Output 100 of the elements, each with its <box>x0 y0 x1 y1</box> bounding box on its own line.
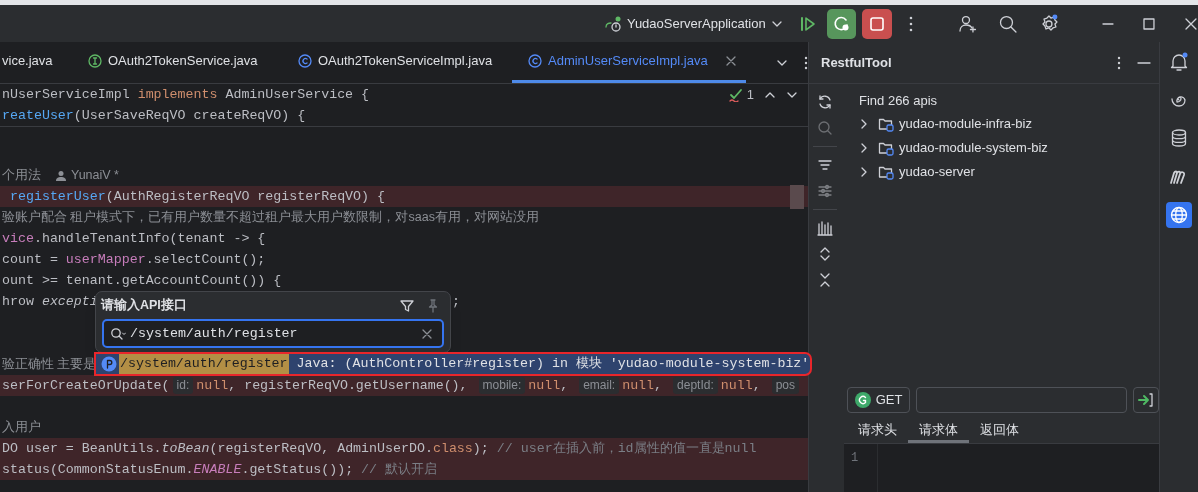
code-text: ENABLE <box>193 460 242 479</box>
restful-tool-button[interactable] <box>1166 202 1192 228</box>
tree-item[interactable]: yudao-server <box>859 160 975 184</box>
code-text: null <box>528 376 561 395</box>
code-text: registerUser <box>8 187 106 206</box>
code-text: excepti <box>41 292 98 311</box>
code-text: .getStatus()); <box>241 460 355 479</box>
code-text: , <box>654 376 664 395</box>
code-text: (registerReqVO, AdminUserDO. <box>209 439 433 458</box>
code-text: toBean <box>161 439 210 458</box>
maximize-icon[interactable] <box>1142 16 1157 31</box>
close-icon[interactable] <box>1184 16 1198 31</box>
tree-item[interactable]: yudao-module-system-biz <box>859 136 1048 160</box>
code-text: (AuthRegisterReqVO registerReqVO) { <box>105 187 385 206</box>
code-text: AdminUserService { <box>224 85 370 104</box>
code-comment: // 默认开启 <box>361 460 438 479</box>
editor-tab[interactable]: AdminUserServiceImpl.java <box>512 42 746 83</box>
run-config-icon <box>603 14 622 33</box>
class-icon <box>528 54 542 68</box>
code-text: status(CommonStatusEnum. <box>2 460 194 479</box>
code-text: hrow <box>2 292 35 311</box>
search-field[interactable]: /system/auth/register <box>102 319 444 348</box>
code-comment: 验正确性 主要是 <box>2 356 97 374</box>
module-folder-icon <box>878 164 894 180</box>
more-icon[interactable] <box>908 15 915 32</box>
tree-item[interactable]: yudao-module-infra-biz <box>859 112 1032 136</box>
notifications-icon[interactable] <box>1169 52 1189 72</box>
url-field[interactable] <box>916 387 1127 413</box>
code-text: .selectCount(); <box>145 250 266 269</box>
inlay-hint: email: <box>579 377 620 394</box>
code-text: reateUser <box>2 106 74 125</box>
pin-icon[interactable] <box>426 298 440 313</box>
add-user-icon[interactable] <box>958 13 979 34</box>
code-text: userMapper <box>65 250 146 269</box>
code-text: null <box>720 376 753 395</box>
api-count: Find 266 apis <box>859 92 939 110</box>
more-icon[interactable] <box>804 55 808 70</box>
code-text: (UserSaveReqVO createReqVO) { <box>73 106 306 125</box>
resume-icon[interactable] <box>798 14 817 33</box>
code-text: ; <box>452 292 460 311</box>
collapse-icon[interactable] <box>818 272 832 288</box>
code-text: implements <box>137 85 218 104</box>
debug-button[interactable] <box>826 8 857 39</box>
api-icon <box>101 356 117 372</box>
filter-icon[interactable] <box>817 157 833 173</box>
search-icon[interactable] <box>998 13 1019 34</box>
search-match: /system/auth/register <box>119 354 289 374</box>
code-comment: 验账户配合 租户模式下，已有用户数量不超过租户最大用户数限制，对saas有用，对网站没用 <box>2 209 539 227</box>
author-name: YunaiV * <box>71 167 119 185</box>
person-icon <box>55 169 67 182</box>
code-text: count = <box>2 250 59 269</box>
code-text: vice <box>2 229 34 248</box>
clear-icon[interactable] <box>422 328 432 339</box>
inspection-count: 1 <box>746 85 754 104</box>
editor-tab[interactable]: vice.java <box>0 42 72 83</box>
class-icon <box>298 54 312 68</box>
debug-icon <box>832 14 851 33</box>
inlay-hint: mobile: <box>478 377 526 394</box>
expand-icon[interactable] <box>818 246 832 262</box>
chevron-right-icon[interactable] <box>859 119 869 129</box>
code-text: , <box>560 376 570 395</box>
method-dropdown[interactable]: GET <box>847 387 910 413</box>
stop-icon <box>870 16 885 31</box>
editor-tab[interactable]: OAuth2TokenServiceImpl.java <box>282 42 512 83</box>
chevron-right-icon[interactable] <box>859 143 869 153</box>
code-text: ); <box>472 439 490 458</box>
stop-button[interactable] <box>862 8 893 39</box>
filter-icon[interactable] <box>400 298 414 313</box>
bar-chart-icon[interactable] <box>817 220 833 236</box>
run-configuration-dropdown[interactable]: YudaoServerApplication <box>601 9 785 38</box>
line-number: 1 <box>851 450 860 467</box>
error-stripe-marker <box>790 185 804 209</box>
refresh-icon[interactable] <box>817 94 833 110</box>
close-icon[interactable] <box>725 56 736 66</box>
code-text: serForCreateOrUpdate( <box>2 376 170 395</box>
chevron-right-icon[interactable] <box>859 167 869 177</box>
usage-count: 个用法 <box>2 167 41 185</box>
method-icon <box>854 392 871 408</box>
search-icon <box>110 326 126 341</box>
more-icon[interactable] <box>1117 55 1121 70</box>
module-folder-icon <box>878 140 894 156</box>
interface-icon <box>88 54 102 68</box>
request-tab[interactable]: 返回体 <box>969 419 1030 443</box>
panel-title: RestfulTool <box>821 53 892 72</box>
inlay-hint: deptId: <box>673 377 718 394</box>
popup-title: 请输入API接口 <box>101 297 187 315</box>
request-tab[interactable]: 请求头 <box>847 419 908 443</box>
check-icon <box>728 87 743 102</box>
module-folder-icon <box>878 116 894 132</box>
inlay-hint: id: <box>172 377 194 394</box>
code-text: , <box>752 376 762 395</box>
code-text: class <box>432 439 473 458</box>
code-text: nUserServiceImpl <box>2 85 131 104</box>
search-result-row[interactable]: /system/auth/register Java: (AuthController#register) in 模块 'yudao-module-system-biz' <box>95 353 812 375</box>
code-text: null <box>622 376 655 395</box>
database-icon[interactable] <box>1169 128 1189 148</box>
code-text: , registerReqVO.getUsername(), <box>228 376 469 395</box>
code-text: .handleTenantInfo(tenant -> { <box>33 229 266 248</box>
code-comment: 入用户 <box>2 419 41 437</box>
editor-tab[interactable]: OAuth2TokenService.java <box>72 42 282 83</box>
